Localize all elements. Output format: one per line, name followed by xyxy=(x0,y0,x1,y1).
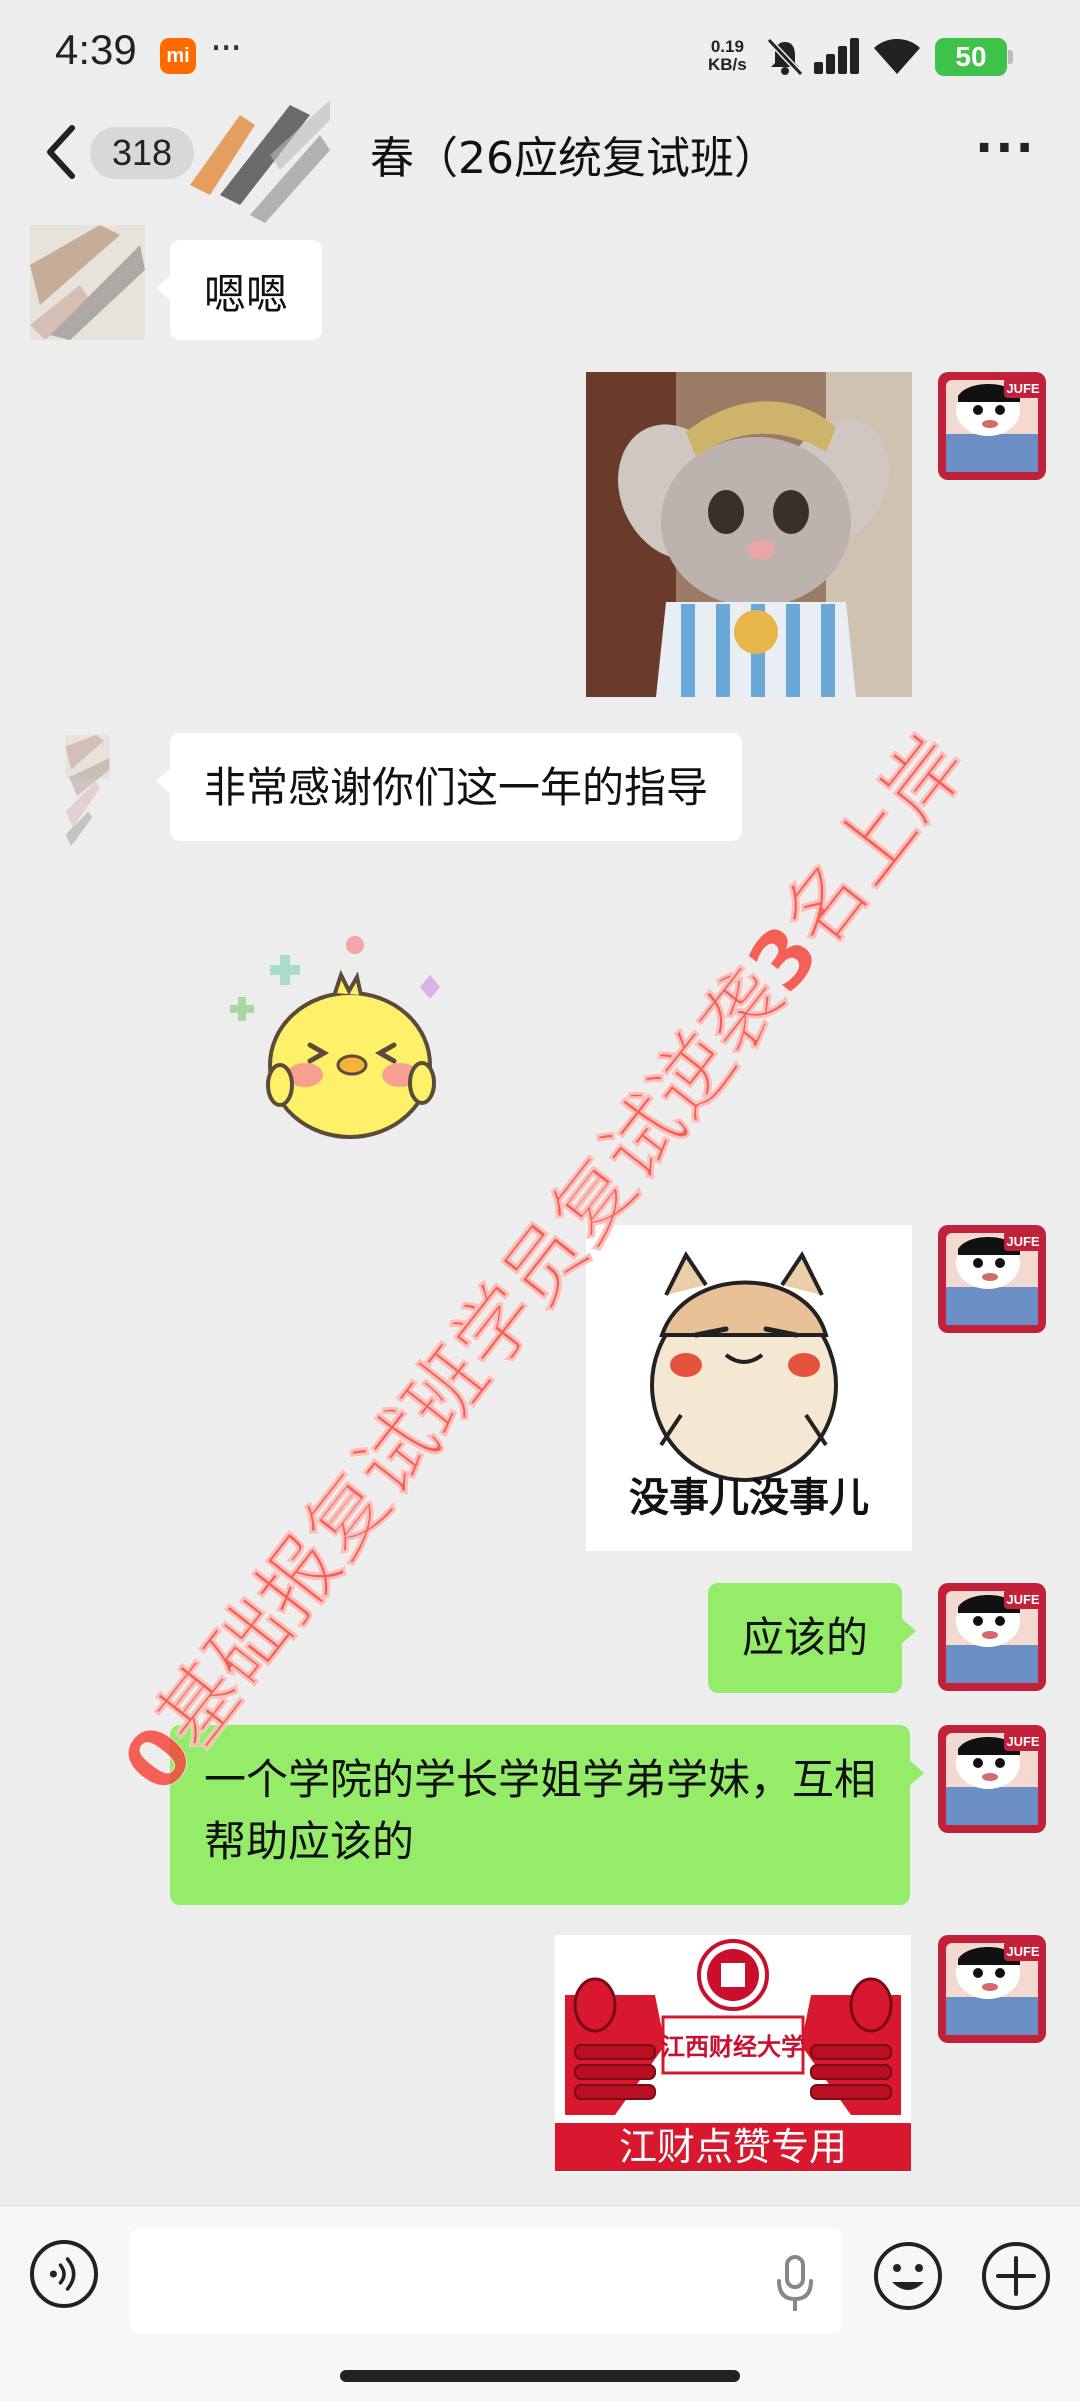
my-avatar[interactable]: JUFE xyxy=(938,1935,1046,2043)
bubble-tail xyxy=(156,274,172,302)
wifi-icon xyxy=(874,39,920,74)
more-options-button[interactable]: ··· xyxy=(975,120,1036,176)
signal-icon xyxy=(814,38,859,74)
add-attachment-icon[interactable] xyxy=(980,2240,1052,2312)
microphone-icon[interactable] xyxy=(775,2255,815,2313)
plush-cat-image xyxy=(586,372,912,697)
my-avatar[interactable]: JUFE xyxy=(938,1583,1046,1691)
hamster-sticker[interactable]: 没事儿没事儿 xyxy=(586,1225,912,1551)
network-speed-unit: KB/s xyxy=(708,55,747,74)
battery-indicator: 50 xyxy=(935,38,1007,76)
status-more-dots: ··· xyxy=(210,26,242,70)
sender-avatar[interactable] xyxy=(30,735,145,850)
jufe-badge-text: JUFE xyxy=(1006,1944,1040,1959)
plush-cat-sticker[interactable] xyxy=(586,372,912,697)
my-avatar-image: JUFE xyxy=(938,372,1046,480)
battery-tip xyxy=(1008,50,1013,64)
unread-count-badge[interactable]: 318 xyxy=(90,127,195,179)
mi-app-icon: mi xyxy=(160,38,196,74)
hamster-image xyxy=(650,1251,838,1482)
jufe-badge-text: JUFE xyxy=(1006,1234,1040,1249)
my-avatar[interactable]: JUFE xyxy=(938,1225,1046,1333)
message-bubble-received[interactable]: 嗯嗯 xyxy=(156,240,323,340)
message-text: 嗯嗯 xyxy=(204,270,289,319)
my-avatar-image: JUFE xyxy=(938,1935,1046,2043)
yellow-chick-sticker[interactable] xyxy=(210,925,450,1145)
jufe-emblem-text: 江西财经大学 xyxy=(661,2033,805,2061)
home-indicator[interactable] xyxy=(340,2370,740,2382)
network-speed-value: 0.19 xyxy=(710,37,744,56)
bubble-tail xyxy=(908,1759,924,1787)
sticker-caption: 没事儿没事儿 xyxy=(629,1475,869,1521)
my-avatar[interactable]: JUFE xyxy=(938,1725,1046,1833)
message-bubble-received[interactable]: 非常感谢你们这一年的指导 xyxy=(156,733,743,841)
yellow-chick-image xyxy=(230,936,440,1139)
jufe-thumbs-up-sticker[interactable]: 江西财经大学 江财点赞专用 xyxy=(555,1935,911,2173)
jufe-badge-text: JUFE xyxy=(1006,1734,1040,1749)
message-text: 非常感谢你们这一年的指导 xyxy=(204,763,709,812)
bubble-tail xyxy=(156,767,172,795)
back-arrow-icon[interactable] xyxy=(40,122,84,182)
emoji-icon[interactable] xyxy=(872,2240,944,2312)
status-time: 4:39 xyxy=(55,26,137,73)
message-bubble-sent[interactable]: 应该的 xyxy=(708,1583,917,1693)
my-avatar[interactable]: JUFE xyxy=(938,372,1046,480)
jufe-badge-text: JUFE xyxy=(1006,1592,1040,1607)
chat-title: 春（26应统复试班） xyxy=(370,133,778,184)
message-text: 应该的 xyxy=(742,1613,869,1662)
redacted-name-scribble xyxy=(190,100,330,223)
message-input[interactable] xyxy=(130,2228,842,2334)
sticker-caption: 江财点赞专用 xyxy=(555,2123,911,2171)
sender-avatar[interactable] xyxy=(30,225,145,340)
voice-toggle-icon[interactable] xyxy=(30,2240,98,2308)
my-avatar-image: JUFE xyxy=(938,1725,1046,1833)
my-avatar-image: JUFE xyxy=(938,1583,1046,1691)
mute-bell-icon xyxy=(766,38,804,76)
jufe-thumbs-up-image: 江西财经大学 xyxy=(555,1935,911,2125)
my-avatar-image: JUFE xyxy=(938,1225,1046,1333)
message-text: 一个学院的学长学姐学弟学妹，互相帮助应该的 xyxy=(204,1755,877,1866)
jufe-badge-text: JUFE xyxy=(1006,381,1040,396)
network-speed: 0.19 KB/s xyxy=(708,38,747,74)
bubble-tail xyxy=(900,1617,917,1645)
message-bubble-sent[interactable]: 一个学院的学长学姐学弟学妹，互相帮助应该的 xyxy=(170,1725,924,1905)
